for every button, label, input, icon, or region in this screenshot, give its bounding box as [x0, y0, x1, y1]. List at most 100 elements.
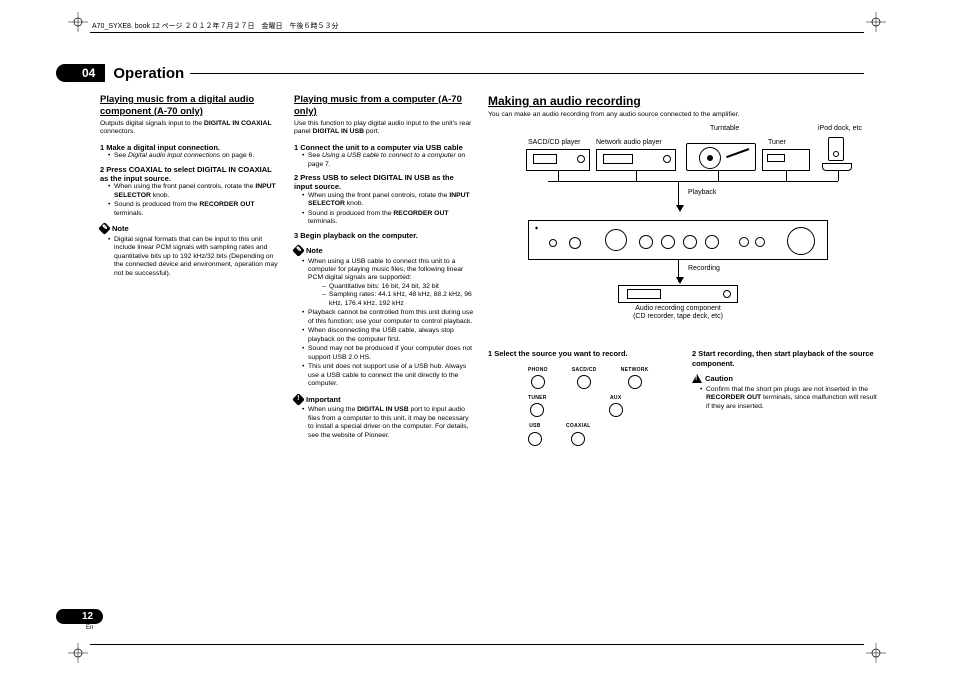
- text-bold: DIGITAL IN USB: [313, 128, 364, 135]
- col2-heading: Playing music from a computer (A-70 only…: [294, 94, 474, 118]
- page-number: 12: [56, 609, 103, 624]
- text: Sound is produced from the: [114, 201, 199, 208]
- col2-intro: Use this function to play digital audio …: [294, 120, 474, 137]
- caution-label: Caution: [692, 374, 878, 383]
- header-rule: [90, 32, 864, 33]
- note-icon: ✎: [292, 244, 305, 257]
- list-item: This unit does not support use of a USB …: [302, 363, 474, 388]
- diagram-label-tuner: Tuner: [768, 139, 786, 148]
- device-nap: [596, 149, 676, 171]
- caution-icon: [692, 374, 702, 383]
- device-recorder: [618, 285, 738, 303]
- selector-aux: AUX: [609, 395, 623, 417]
- diagram-label-recording: Recording: [688, 265, 720, 274]
- text: See: [114, 152, 128, 159]
- connection-diagram: SACD/CD player Network audio player Turn…: [488, 125, 868, 305]
- diagram-vline: [558, 171, 559, 181]
- col3-step1: 1 Select the source you want to record.: [488, 349, 674, 358]
- list-item: Sound is produced from the RECORDER OUT …: [108, 201, 280, 218]
- col2-step2: 2 Press USB to select DIGITAL IN USB as …: [294, 173, 474, 192]
- col1-heading-line1: Playing music from a digital audio: [100, 94, 254, 105]
- text-bold: RECORDER OUT: [393, 210, 448, 217]
- col2-note-list: When using a USB cable to connect this u…: [294, 258, 474, 389]
- col3-right-sub: 2 Start recording, then start playback o…: [692, 345, 878, 451]
- device-amplifier: ◆: [528, 220, 828, 260]
- text: See: [308, 152, 322, 159]
- selector-ring-icon: [577, 375, 591, 389]
- list-item: When disconnecting the USB cable, always…: [302, 327, 474, 344]
- selector-ring-icon: [609, 403, 623, 417]
- text: When using a USB cable to connect this u…: [308, 258, 463, 282]
- selector-label: NETWORK: [621, 367, 649, 373]
- text: (CD recorder, tape deck, etc): [633, 313, 723, 320]
- section-header-rule: [190, 73, 864, 74]
- text: connectors.: [100, 128, 135, 135]
- device-tuner: [762, 149, 810, 171]
- list-item: Playback cannot be controlled from this …: [302, 309, 474, 326]
- text-italic: Digital audio input connections: [128, 152, 220, 159]
- list-item: Quantitative bits: 16 bit, 24 bit, 32 bi…: [322, 283, 474, 291]
- list-item: Sound is produced from the RECORDER OUT …: [302, 210, 474, 227]
- col2-step2-list: When using the front panel controls, rot…: [294, 192, 474, 227]
- text: Audio recording component: [635, 305, 721, 312]
- diagram-vline: [678, 181, 679, 205]
- selector-label: PHONO: [528, 367, 548, 373]
- note-label: ✎Note: [100, 224, 280, 233]
- selector-label: TUNER: [528, 395, 547, 401]
- selector-row: TUNER . AUX: [528, 395, 674, 417]
- text: knob.: [151, 192, 170, 199]
- column-2: Playing music from a computer (A-70 only…: [294, 94, 474, 615]
- list-item: Sampling rates: 44.1 kHz, 48 kHz, 88.2 k…: [322, 291, 474, 308]
- diagram-hline: [548, 181, 838, 182]
- diagram-label-ipod: iPod dock, etc: [818, 125, 862, 134]
- text: When using the front panel controls, rot…: [308, 192, 449, 199]
- list-item: See Using a USB cable to connect to a co…: [302, 152, 474, 169]
- crop-mark-icon: [866, 12, 886, 32]
- list-item: Sound may not be produced if your comput…: [302, 345, 474, 362]
- col3-steps-row: 1 Select the source you want to record. …: [488, 345, 878, 451]
- col3-left-sub: 1 Select the source you want to record. …: [488, 345, 674, 451]
- note-label: ✎Note: [294, 246, 474, 255]
- selector-label: USB: [529, 423, 540, 429]
- diagram-label-nap: Network audio player: [596, 139, 662, 148]
- caution-label-text: Caution: [705, 374, 733, 383]
- device-sacd: [526, 149, 590, 171]
- selector-sacd-cd: SACD/CD: [572, 367, 597, 389]
- text-bold: DIGITAL IN USB: [357, 406, 408, 413]
- list-item: When using a USB cable to connect this u…: [302, 258, 474, 309]
- column-3: Making an audio recording You can make a…: [488, 94, 878, 615]
- caution-list: Confirm that the short pin plugs are not…: [692, 386, 878, 411]
- selector-label: AUX: [610, 395, 621, 401]
- list-item: Digital signal formats that can be input…: [108, 236, 280, 278]
- important-icon: !: [292, 393, 305, 406]
- selector-ring-icon: [628, 375, 642, 389]
- device-turntable: [686, 143, 756, 171]
- text: on page 6.: [220, 152, 254, 159]
- selector-label: SACD/CD: [572, 367, 597, 373]
- selector-coaxial: COAXIAL: [566, 423, 591, 445]
- text: Sound is produced from the: [308, 210, 393, 217]
- selector-usb: USB: [528, 423, 542, 445]
- diagram-label-turntable: Turntable: [710, 125, 739, 134]
- section-title: Operation: [113, 65, 184, 82]
- sublist: Quantitative bits: 16 bit, 24 bit, 32 bi…: [308, 283, 474, 308]
- col2-step3: 3 Begin playback on the computer.: [294, 231, 474, 240]
- diagram-vline: [786, 171, 787, 181]
- col1-note-list: Digital signal formats that can be input…: [100, 236, 280, 278]
- list-item: See Digital audio input connections on p…: [108, 152, 280, 160]
- col2-important-list: When using the DIGITAL IN USB port to in…: [294, 406, 474, 440]
- diagram-vline: [718, 171, 719, 181]
- text: Confirm that the short pin plugs are not…: [706, 386, 868, 393]
- selector-ring-icon: [531, 375, 545, 389]
- col1-step2-list: When using the front panel controls, rot…: [100, 183, 280, 218]
- footer-rule: [90, 644, 864, 645]
- col3-intro: You can make an audio recording from any…: [488, 111, 878, 119]
- col1-step2: 2 Press COAXIAL to select DIGITAL IN COA…: [100, 165, 280, 184]
- list-item: When using the front panel controls, rot…: [108, 183, 280, 200]
- col3-step2: 2 Start recording, then start playback o…: [692, 349, 878, 368]
- important-label: !Important: [294, 395, 474, 404]
- device-ipod: [822, 137, 852, 171]
- arrow-down-icon: [674, 277, 682, 285]
- col1-heading-line2: component (A-70 only): [100, 106, 203, 117]
- diagram-vline: [636, 171, 637, 181]
